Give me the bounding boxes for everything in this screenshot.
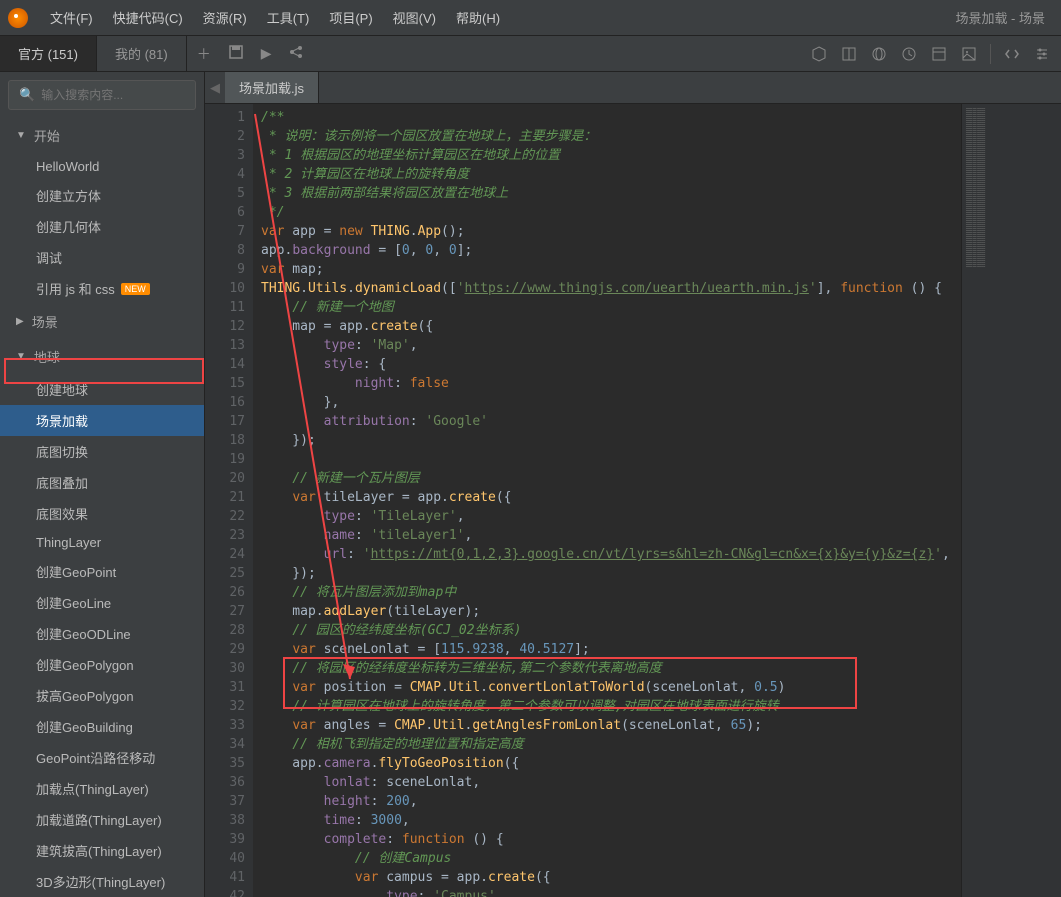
- tree-item-label: 底图切换: [36, 442, 88, 461]
- menu-item[interactable]: 快捷代码(C): [103, 8, 193, 27]
- tree-group[interactable]: ▶ 场景: [0, 304, 204, 339]
- tree-item[interactable]: 创建地球: [0, 374, 204, 405]
- tree-item-label: 加载道路(ThingLayer): [36, 810, 162, 829]
- tree-item[interactable]: HelloWorld: [0, 153, 204, 180]
- tree-item[interactable]: ThingLayer: [0, 529, 204, 556]
- tree-item[interactable]: 创建GeoPolygon: [0, 649, 204, 680]
- tree-item[interactable]: 创建立方体: [0, 180, 204, 211]
- tree-item[interactable]: 引用 js 和 css NEW: [0, 273, 204, 304]
- tree-item-label: 创建立方体: [36, 186, 101, 205]
- tree-item[interactable]: 创建GeoODLine: [0, 618, 204, 649]
- settings-icon[interactable]: [1033, 45, 1051, 63]
- toolbar: 官方 (151) 我的 (81) ＋ ▶: [0, 36, 1061, 72]
- tree-item[interactable]: 创建GeoLine: [0, 587, 204, 618]
- panel-icon[interactable]: [930, 45, 948, 63]
- tree-item-label: 加载点(ThingLayer): [36, 779, 149, 798]
- tree-item-label: GeoPoint沿路径移动: [36, 748, 155, 767]
- cube-icon[interactable]: [810, 45, 828, 63]
- tree-group-label: 地球: [34, 347, 60, 366]
- chevron-down-icon: ▼: [16, 351, 26, 362]
- menu-item[interactable]: 文件(F): [40, 8, 103, 27]
- tree-item-label: ThingLayer: [36, 535, 101, 550]
- tree-item[interactable]: 3D多边形(ThingLayer): [0, 866, 204, 897]
- menu-item[interactable]: 视图(V): [383, 8, 446, 27]
- tree-item[interactable]: 底图叠加: [0, 467, 204, 498]
- tree-item-label: 创建地球: [36, 380, 88, 399]
- chevron-down-icon: ▼: [16, 130, 26, 141]
- sidebar: 🔍 ▼ 开始 HelloWorld 创建立方体创建几何体调试引用 js 和 css NE…: [0, 72, 205, 897]
- tree-item[interactable]: 创建GeoBuilding: [0, 711, 204, 742]
- tree-item-label: 调试: [36, 248, 62, 267]
- tree-item[interactable]: 加载道路(ThingLayer): [0, 804, 204, 835]
- search-icon: 🔍: [19, 87, 35, 103]
- tree-item[interactable]: GeoPoint沿路径移动: [0, 742, 204, 773]
- tree-item[interactable]: 底图效果: [0, 498, 204, 529]
- save-icon[interactable]: [229, 45, 243, 62]
- tree-item[interactable]: 创建几何体: [0, 211, 204, 242]
- tree-item[interactable]: 建筑拔高(ThingLayer): [0, 835, 204, 866]
- tree-item-label: 创建GeoBuilding: [36, 717, 133, 736]
- tree-item-label: 创建GeoODLine: [36, 624, 131, 643]
- tree-group[interactable]: ▼ 地球: [0, 339, 204, 374]
- tree-item-label: 3D多边形(ThingLayer): [36, 872, 165, 891]
- tree-group-label: 开始: [34, 126, 60, 145]
- image-icon[interactable]: [960, 45, 978, 63]
- tree-item-label: 引用 js 和 css: [36, 279, 115, 298]
- tree-item-label: 创建GeoPoint: [36, 562, 116, 581]
- menu-item[interactable]: 帮助(H): [446, 8, 510, 27]
- tab-prev-icon[interactable]: ◀: [205, 80, 225, 96]
- tab-official[interactable]: 官方 (151): [0, 36, 97, 71]
- window-title: 场景加载 - 场景: [955, 8, 1045, 27]
- chevron-right-icon: ▶: [16, 316, 24, 327]
- menu-item[interactable]: 项目(P): [319, 8, 382, 27]
- tree-item[interactable]: 拔高GeoPolygon: [0, 680, 204, 711]
- line-gutter: 1234567891011121314151617181920212223242…: [205, 104, 253, 897]
- minimap[interactable]: ▬▬▬ ▬▬ ▬▬▬▬ ▬▬▬ ▬▬ ▬▬▬▬ ▬▬▬ ▬▬ ▬▬▬▬ ▬▬▬ …: [961, 104, 1061, 897]
- menu-item[interactable]: 资源(R): [193, 8, 257, 27]
- code-editor[interactable]: /** * 说明：该示例将一个园区放置在地球上，主要步骤是： * 1 根据园区的…: [253, 104, 961, 897]
- new-badge: NEW: [121, 283, 150, 295]
- book-icon[interactable]: [840, 45, 858, 63]
- tree-item-label: 建筑拔高(ThingLayer): [36, 841, 162, 860]
- app-logo-icon: [8, 8, 28, 28]
- tree-item-label: 底图效果: [36, 504, 88, 523]
- clock-icon[interactable]: [900, 45, 918, 63]
- tree-item[interactable]: 调试: [0, 242, 204, 273]
- menubar: 文件(F)快捷代码(C)资源(R)工具(T)项目(P)视图(V)帮助(H) 场景…: [0, 0, 1061, 36]
- tree-item-label: HelloWorld: [36, 159, 99, 174]
- tree-item-label: 拔高GeoPolygon: [36, 686, 134, 705]
- tree-item[interactable]: 加载点(ThingLayer): [0, 773, 204, 804]
- play-icon[interactable]: ▶: [261, 45, 272, 62]
- editor-area: ◀ 场景加载.js 123456789101112131415161718192…: [205, 72, 1061, 897]
- add-icon[interactable]: ＋: [197, 44, 211, 64]
- editor-tab[interactable]: 场景加载.js: [225, 72, 319, 103]
- share-icon[interactable]: [289, 45, 303, 62]
- tree-item-label: 场景加载: [36, 411, 88, 430]
- globe-icon[interactable]: [870, 45, 888, 63]
- tab-mine[interactable]: 我的 (81): [97, 36, 187, 71]
- tree-item-label: 底图叠加: [36, 473, 88, 492]
- tree-item-label: 创建几何体: [36, 217, 101, 236]
- menu-item[interactable]: 工具(T): [257, 8, 320, 27]
- tree-group[interactable]: ▼ 开始: [0, 118, 204, 153]
- search-box[interactable]: 🔍: [8, 80, 196, 110]
- tree-item[interactable]: 创建GeoPoint: [0, 556, 204, 587]
- search-input[interactable]: [41, 88, 196, 102]
- tree-item-label: 创建GeoPolygon: [36, 655, 134, 674]
- code-icon[interactable]: [1003, 45, 1021, 63]
- tree-item[interactable]: 底图切换: [0, 436, 204, 467]
- tree-group-label: 场景: [32, 312, 58, 331]
- tree-item[interactable]: 场景加载: [0, 405, 204, 436]
- tree-item-label: 创建GeoLine: [36, 593, 111, 612]
